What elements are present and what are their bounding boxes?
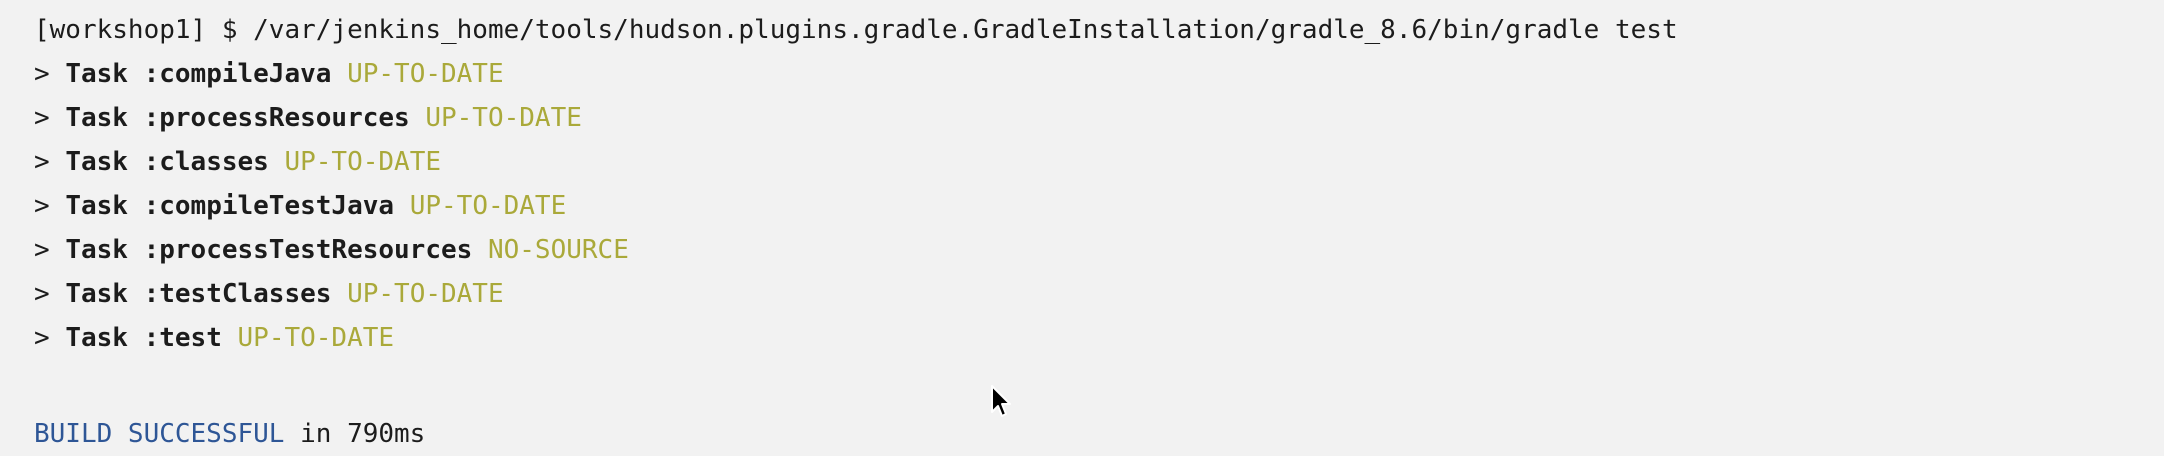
task-name: Task :compileTestJava [65, 191, 395, 221]
task-prefix: > [34, 323, 66, 353]
task-name: Task :classes [65, 147, 269, 177]
task-line: > Task :compileJava UP-TO-DATE [34, 52, 2164, 96]
task-prefix: > [34, 59, 66, 89]
task-status: UP-TO-DATE [425, 103, 582, 133]
task-name: Task :processResources [65, 103, 410, 133]
task-status: UP-TO-DATE [347, 59, 504, 89]
task-name: Task :processTestResources [65, 235, 473, 265]
task-name: Task :compileJava [65, 59, 332, 89]
task-status: UP-TO-DATE [347, 279, 504, 309]
task-name: Task :test [65, 323, 222, 353]
task-line: > Task :classes UP-TO-DATE [34, 140, 2164, 184]
task-line: > Task :test UP-TO-DATE [34, 316, 2164, 360]
task-prefix: > [34, 103, 66, 133]
task-status: UP-TO-DATE [284, 147, 442, 177]
command-line: [workshop1] $ /var/jenkins_home/tools/hu… [34, 15, 1678, 45]
mouse-pointer-icon [991, 385, 1011, 417]
task-line: > Task :compileTestJava UP-TO-DATE [34, 184, 2164, 228]
task-prefix: > [34, 147, 66, 177]
build-time: in 790ms [284, 419, 426, 449]
task-status: NO-SOURCE [487, 235, 629, 265]
task-status: UP-TO-DATE [409, 191, 567, 221]
build-result-line: BUILD SUCCESSFUL in 790ms [34, 412, 2164, 456]
task-prefix: > [34, 191, 66, 221]
task-line: > Task :testClasses UP-TO-DATE [34, 272, 2164, 316]
task-prefix: > [34, 235, 66, 265]
task-line: > Task :processTestResources NO-SOURCE [34, 228, 2164, 272]
task-prefix: > [34, 279, 66, 309]
console-output: [workshop1] $ /var/jenkins_home/tools/hu… [0, 0, 2164, 456]
task-status: UP-TO-DATE [237, 323, 395, 353]
build-status: BUILD SUCCESSFUL [34, 419, 285, 449]
task-line: > Task :processResources UP-TO-DATE [34, 96, 2164, 140]
task-name: Task :testClasses [65, 279, 332, 309]
